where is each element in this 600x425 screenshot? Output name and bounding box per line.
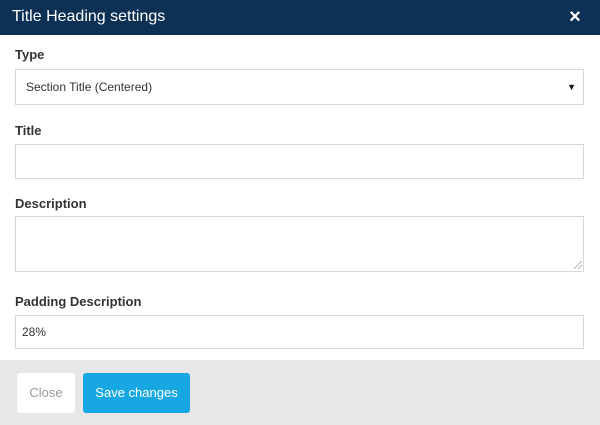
title-label: Title <box>15 123 42 138</box>
dialog-header: Title Heading settings × <box>0 0 600 35</box>
resize-handle-icon[interactable] <box>574 261 582 269</box>
type-select[interactable]: Section Title (Centered) ▼ <box>15 69 584 105</box>
dialog-title: Title Heading settings <box>12 8 166 25</box>
close-button[interactable]: Close <box>17 373 75 413</box>
description-label: Description <box>15 196 87 211</box>
chevron-down-icon: ▼ <box>567 82 576 92</box>
title-input[interactable] <box>15 144 584 179</box>
save-changes-button[interactable]: Save changes <box>83 373 190 413</box>
dialog-footer: Close Save changes <box>0 360 600 425</box>
description-textarea[interactable] <box>15 216 584 272</box>
type-label: Type <box>15 47 45 62</box>
padding-description-label: Padding Description <box>15 294 142 309</box>
close-icon[interactable]: × <box>565 7 585 28</box>
type-select-value: Section Title (Centered) <box>26 80 153 94</box>
padding-description-input[interactable] <box>15 315 584 349</box>
title-heading-settings-dialog: Title Heading settings × Type Section Ti… <box>0 0 600 425</box>
